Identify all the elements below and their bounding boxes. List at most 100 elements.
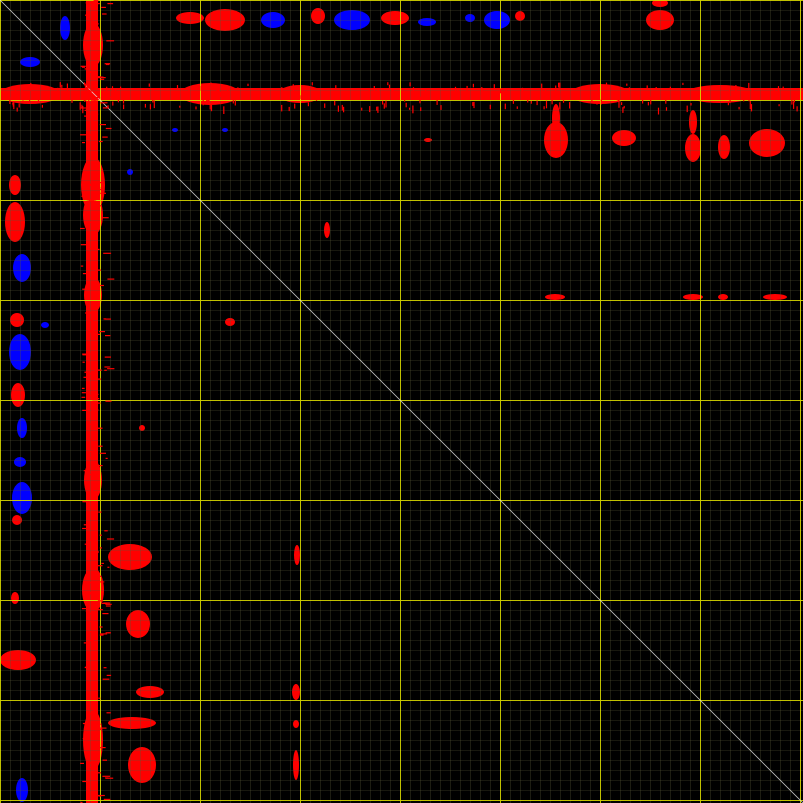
positive-speckle bbox=[622, 107, 624, 113]
positive-speckle bbox=[87, 87, 89, 94]
positive-speckle bbox=[85, 666, 90, 668]
positive-speckle bbox=[480, 94, 482, 98]
positive-speckle bbox=[559, 102, 561, 110]
positive-speckle bbox=[385, 100, 387, 108]
positive-speckle bbox=[88, 762, 96, 764]
positive-speckle bbox=[646, 85, 648, 90]
positive-speckle bbox=[92, 693, 95, 695]
positive-speckle bbox=[246, 90, 248, 95]
positive-speckle bbox=[98, 284, 104, 287]
positive-speckle bbox=[82, 142, 85, 144]
positive-speckle bbox=[105, 335, 111, 337]
positive-speckle bbox=[82, 780, 90, 783]
positive-speckle bbox=[82, 738, 86, 740]
positive-speckle bbox=[107, 632, 111, 634]
positive-speckle bbox=[436, 99, 438, 105]
positive-speckle bbox=[195, 106, 197, 110]
positive-speckle bbox=[93, 74, 97, 76]
positive-speckle bbox=[102, 775, 110, 777]
positive-speckle bbox=[472, 102, 474, 106]
positive-speckle bbox=[786, 91, 788, 98]
positive-speckle bbox=[87, 592, 96, 594]
positive-speckle bbox=[82, 106, 84, 114]
positive-speckle bbox=[89, 71, 93, 73]
positive-speckle bbox=[387, 82, 389, 86]
positive-speckle bbox=[102, 136, 108, 138]
positive-speckle bbox=[100, 187, 105, 189]
positive-speckle bbox=[91, 286, 98, 288]
positive-speckle bbox=[220, 91, 222, 97]
positive-speckle bbox=[123, 104, 125, 110]
positive-speckle bbox=[85, 610, 90, 612]
positive-speckle bbox=[88, 184, 95, 187]
positive-speckle bbox=[394, 92, 396, 97]
positive-speckle bbox=[89, 593, 98, 595]
positive-speckle bbox=[743, 96, 745, 102]
positive-speckle bbox=[527, 95, 529, 103]
positive-speckle bbox=[104, 366, 110, 368]
positive-speckle bbox=[334, 100, 336, 106]
positive-speckle bbox=[104, 356, 111, 358]
positive-speckle bbox=[71, 98, 73, 103]
positive-speckle bbox=[416, 91, 418, 95]
positive-speckle bbox=[105, 457, 108, 459]
positive-speckle bbox=[149, 104, 151, 110]
positive-speckle bbox=[98, 697, 101, 699]
positive-speckle bbox=[377, 89, 379, 98]
positive-speckle bbox=[105, 777, 109, 779]
positive-speckle bbox=[86, 199, 95, 201]
positive-speckle bbox=[369, 106, 371, 113]
positive-speckle bbox=[105, 605, 111, 607]
positive-speckle bbox=[84, 115, 89, 117]
positive-region bbox=[108, 717, 156, 729]
positive-speckle bbox=[288, 106, 290, 112]
positive-speckle bbox=[117, 97, 119, 103]
positive-speckle bbox=[82, 361, 85, 363]
positive-speckle bbox=[153, 100, 155, 109]
positive-speckle bbox=[665, 97, 667, 104]
positive-speckle bbox=[93, 87, 98, 89]
positive-speckle bbox=[412, 105, 414, 114]
positive-speckle bbox=[90, 353, 96, 355]
positive-speckle bbox=[645, 91, 647, 97]
positive-speckle bbox=[82, 527, 88, 530]
positive-speckle bbox=[84, 194, 88, 196]
positive-speckle bbox=[597, 86, 599, 93]
positive-speckle bbox=[80, 134, 88, 136]
positive-speckle bbox=[91, 484, 98, 486]
positive-speckle bbox=[93, 710, 97, 712]
positive-speckle bbox=[13, 102, 15, 110]
positive-speckle bbox=[80, 227, 85, 230]
positive-speckle bbox=[612, 92, 614, 98]
positive-speckle bbox=[746, 92, 748, 100]
positive-speckle bbox=[607, 84, 609, 89]
positive-speckle bbox=[657, 107, 660, 115]
positive-speckle bbox=[341, 104, 343, 111]
positive-speckle bbox=[103, 252, 112, 254]
positive-speckle bbox=[521, 87, 524, 96]
positive-speckle bbox=[591, 94, 593, 103]
positive-speckle bbox=[15, 90, 17, 94]
positive-speckle bbox=[94, 730, 99, 732]
positive-speckle bbox=[96, 761, 100, 764]
positive-speckle bbox=[83, 197, 88, 199]
positive-speckle bbox=[705, 93, 707, 96]
positive-speckle bbox=[88, 423, 91, 425]
positive-speckle bbox=[227, 85, 229, 94]
positive-speckle bbox=[152, 90, 154, 93]
positive-speckle bbox=[623, 105, 625, 109]
positive-speckle bbox=[112, 89, 114, 96]
positive-speckle bbox=[89, 613, 94, 615]
positive-speckle bbox=[294, 103, 296, 109]
positive-region bbox=[293, 720, 299, 728]
positive-region bbox=[139, 425, 145, 431]
positive-speckle bbox=[368, 88, 370, 92]
positive-speckle bbox=[82, 288, 90, 290]
positive-speckle bbox=[493, 84, 495, 89]
positive-speckle bbox=[87, 789, 90, 792]
positive-speckle bbox=[29, 98, 31, 102]
positive-speckle bbox=[80, 244, 87, 246]
positive-speckle bbox=[100, 102, 108, 104]
positive-speckle bbox=[82, 584, 88, 586]
positive-speckle bbox=[84, 83, 86, 91]
